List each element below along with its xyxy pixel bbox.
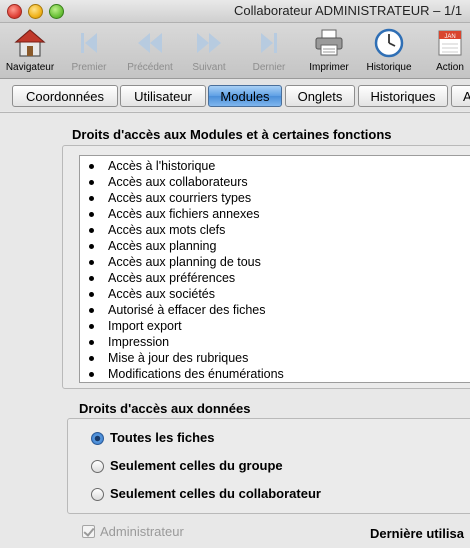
modules-section-title: Droits d'accès aux Modules et à certaine… xyxy=(72,127,392,142)
bullet-icon xyxy=(89,196,94,201)
list-item-label: Autorisé à effacer des fiches xyxy=(108,303,266,317)
bullet-icon xyxy=(89,276,94,281)
tab-modules[interactable]: Modules xyxy=(208,85,282,107)
close-window-button[interactable] xyxy=(7,4,22,19)
bullet-icon xyxy=(89,308,94,313)
bullet-icon xyxy=(89,244,94,249)
radio-indicator[interactable] xyxy=(91,460,104,473)
imprimer-button[interactable]: Imprimer xyxy=(304,27,354,77)
list-item[interactable]: Accès aux fichiers annexes xyxy=(80,206,470,222)
list-item-label: Import export xyxy=(108,319,182,333)
list-item-label: Accès aux préférences xyxy=(108,271,236,285)
tab-coordonnees[interactable]: Coordonnées xyxy=(12,85,118,107)
historique-button[interactable]: Historique xyxy=(362,27,416,77)
bullet-icon xyxy=(89,292,94,297)
list-item-label: Accès aux sociétés xyxy=(108,287,215,301)
tab-content-border xyxy=(0,112,470,113)
list-item-label: Accès aux courriers types xyxy=(108,191,252,205)
list-item[interactable]: Mise à jour des rubriques xyxy=(80,350,470,366)
list-item[interactable]: Accès aux planning xyxy=(80,238,470,254)
precedent-button[interactable]: Précédent xyxy=(122,27,178,77)
data-section-title: Droits d'accès aux données xyxy=(79,401,251,416)
list-item[interactable]: Accès aux sociétés xyxy=(80,286,470,302)
list-item[interactable]: Accès aux mots clefs xyxy=(80,222,470,238)
clock-icon xyxy=(374,28,404,58)
list-item-label: Mise à jour des rubriques xyxy=(108,351,249,365)
list-item[interactable]: Modifications des énumérations xyxy=(80,366,470,382)
administrateur-label: Administrateur xyxy=(100,524,184,539)
navigateur-button[interactable]: Navigateur xyxy=(2,27,58,77)
bullet-icon xyxy=(89,164,94,169)
bullet-icon xyxy=(89,340,94,345)
bullet-icon xyxy=(89,372,94,377)
tab-historiques[interactable]: Historiques xyxy=(358,85,448,107)
title-bar: Collaborateur ADMINISTRATEUR – 1/1 xyxy=(0,0,470,23)
tab-onglets[interactable]: Onglets xyxy=(285,85,355,107)
window-title: Collaborateur ADMINISTRATEUR – 1/1 xyxy=(234,3,463,18)
list-item[interactable]: Accès aux courriers types xyxy=(80,190,470,206)
modules-list[interactable]: Accès à l'historique Accès aux collaborat… xyxy=(79,155,470,383)
list-item-label: Accès aux planning xyxy=(108,239,217,253)
toolbar: Navigateur Premier Précédent Suivant Der… xyxy=(0,23,470,79)
list-item[interactable]: Impression xyxy=(80,334,470,350)
list-item[interactable]: Accès aux planning de tous xyxy=(80,254,470,270)
zoom-window-button[interactable] xyxy=(49,4,64,19)
list-item-label: Modifications des énumérations xyxy=(108,367,284,381)
premier-button[interactable]: Premier xyxy=(66,27,112,77)
list-item[interactable]: Import export xyxy=(80,318,470,334)
svg-text:JAN: JAN xyxy=(444,34,455,40)
dernier-button[interactable]: Dernier xyxy=(246,27,292,77)
list-item[interactable]: Accès aux préférences xyxy=(80,270,470,286)
action-button[interactable]: JAN Action xyxy=(430,27,470,77)
tab-bar: Coordonnées Utilisateur Modules Onglets … xyxy=(0,79,470,111)
minimize-window-button[interactable] xyxy=(28,4,43,19)
last-record-icon xyxy=(261,33,277,53)
administrateur-checkbox[interactable] xyxy=(82,525,95,538)
list-item-label: Accès à l'historique xyxy=(108,159,216,173)
tab-next[interactable]: A xyxy=(451,85,470,107)
home-icon xyxy=(14,29,46,57)
bullet-icon xyxy=(89,260,94,265)
calendar-icon: JAN xyxy=(438,30,462,56)
bullet-icon xyxy=(89,180,94,185)
list-item[interactable]: Accès à l'historique xyxy=(80,158,470,174)
first-record-icon xyxy=(81,33,97,53)
suivant-button[interactable]: Suivant xyxy=(186,27,232,77)
bullet-icon xyxy=(89,228,94,233)
list-item-label: Impression xyxy=(108,335,170,349)
radio-indicator[interactable] xyxy=(91,488,104,501)
list-item[interactable]: Autorisé à effacer des fiches xyxy=(80,302,470,318)
bullet-icon xyxy=(89,356,94,361)
tab-utilisateur[interactable]: Utilisateur xyxy=(120,85,206,107)
bullet-icon xyxy=(89,324,94,329)
list-item-label: Accès aux planning de tous xyxy=(108,255,261,269)
list-item-label: Accès aux collaborateurs xyxy=(108,175,248,189)
next-record-icon xyxy=(197,33,221,53)
previous-record-icon xyxy=(138,33,162,53)
list-item-label: Accès aux mots clefs xyxy=(108,223,226,237)
list-item[interactable]: Accès aux collaborateurs xyxy=(80,174,470,190)
radio-selected-indicator[interactable] xyxy=(91,432,104,445)
bullet-icon xyxy=(89,212,94,217)
printer-icon xyxy=(315,29,343,56)
derniere-utilisation-label: Dernière utilisa xyxy=(370,526,464,541)
list-item-label: Accès aux fichiers annexes xyxy=(108,207,260,221)
